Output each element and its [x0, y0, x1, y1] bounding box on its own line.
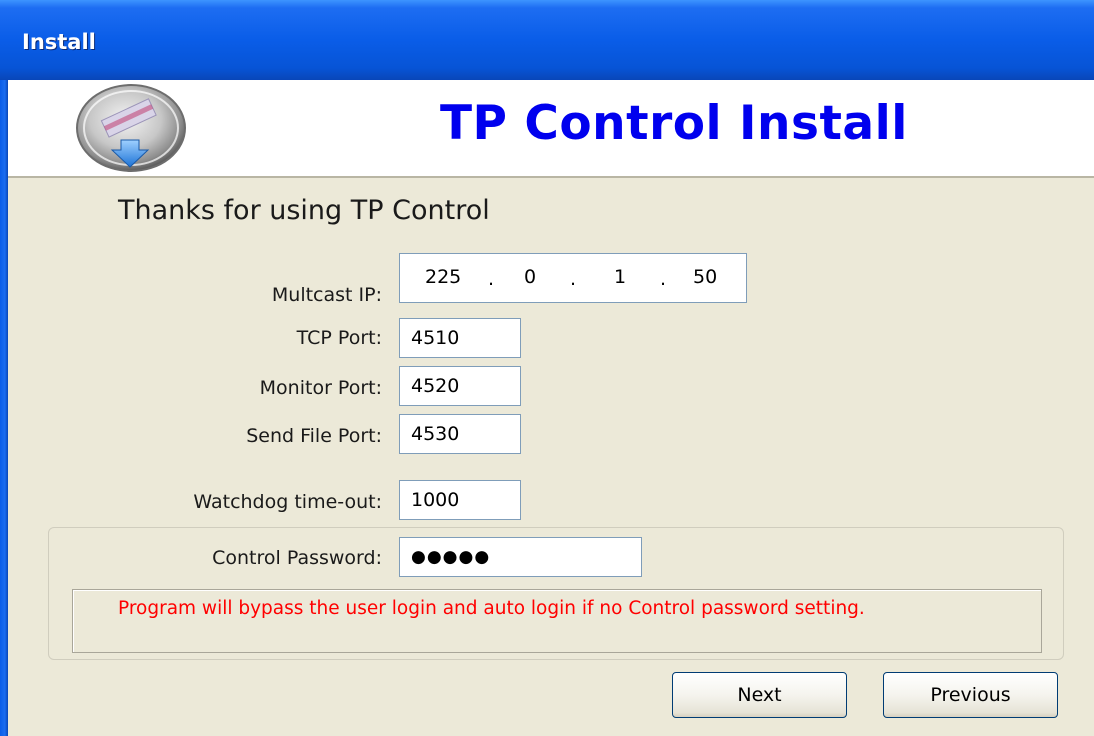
ip-separator: . [570, 268, 577, 290]
ip-separator: . [488, 268, 495, 290]
intro-text: Thanks for using TP Control [118, 195, 490, 226]
install-window: Install TP Control Install Thanks for us… [0, 0, 1094, 736]
ip-octet-2: 0 [524, 266, 537, 288]
multicast-ip-input[interactable]: 225 . 0 . 1 . 50 [399, 253, 747, 303]
ip-octet-1: 225 [425, 266, 462, 288]
send-file-port-label: Send File Port: [246, 425, 382, 447]
control-password-input[interactable]: ●●●●● [399, 537, 642, 577]
install-disk-icon [76, 84, 186, 172]
title-bar[interactable]: Install [0, 0, 1094, 80]
ip-octet-4: 50 [693, 266, 718, 288]
bypass-note: Program will bypass the user login and a… [118, 598, 865, 619]
next-button[interactable]: Next [672, 672, 847, 718]
monitor-port-input[interactable]: 4520 [399, 366, 521, 406]
send-file-port-input[interactable]: 4530 [399, 414, 521, 454]
watchdog-timeout-input[interactable]: 1000 [399, 480, 521, 520]
header-title: TP Control Install [440, 96, 908, 151]
monitor-port-label: Monitor Port: [259, 377, 382, 399]
tcp-port-input[interactable]: 4510 [399, 318, 521, 358]
control-password-label: Control Password: [212, 547, 382, 569]
header-banner: TP Control Install [8, 80, 1094, 178]
window-title: Install [22, 30, 96, 54]
watchdog-timeout-label: Watchdog time-out: [193, 491, 382, 513]
multicast-ip-label: Multcast IP: [271, 284, 382, 306]
ip-octet-3: 1 [614, 266, 627, 288]
tcp-port-label: TCP Port: [296, 327, 382, 349]
window-frame-left [0, 80, 8, 736]
previous-button[interactable]: Previous [883, 672, 1058, 718]
ip-separator: . [660, 268, 667, 290]
